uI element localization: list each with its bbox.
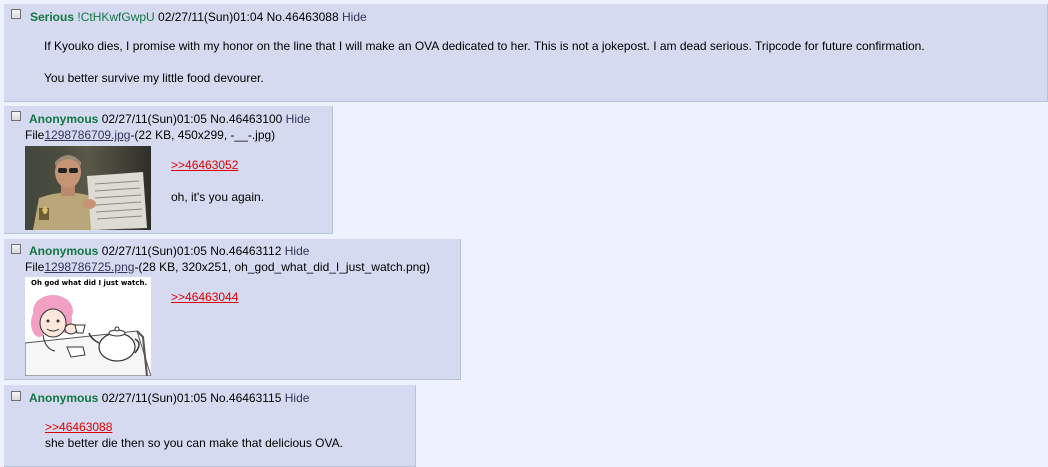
post-select-checkbox[interactable] <box>11 244 21 254</box>
quote-link-wrapper: >>46463044 <box>171 290 238 304</box>
quote-link[interactable]: >>46463044 <box>171 290 238 304</box>
post-header: Anonymous 02/27/11(Sun)01:05 No.46463112… <box>29 244 309 258</box>
post-message-line: If Kyouko dies, I promise with my honor … <box>44 39 925 53</box>
post-message: oh, it's you again. <box>171 190 265 204</box>
post-select-checkbox[interactable] <box>11 9 21 19</box>
file-meta: -(22 KB, 450x299, -__-.jpg) <box>130 128 276 142</box>
post-message: she better die then so you can make that… <box>45 436 343 450</box>
post-number-link[interactable]: No.46463088 <box>267 10 339 24</box>
poster-name: Anonymous <box>29 391 99 405</box>
post-header: Serious !CtHKwfGwpU 02/27/11(Sun)01:04 N… <box>30 10 367 24</box>
quote-link-wrapper: >>46463088 <box>45 420 112 434</box>
poster-name: Anonymous <box>29 244 99 258</box>
file-meta: -(28 KB, 320x251, oh_god_what_did_I_just… <box>134 260 430 274</box>
post-message-line: You better survive my little food devour… <box>44 71 264 85</box>
tripcode: !CtHKwfGwpU <box>77 10 155 24</box>
quote-link-wrapper: >>46463052 <box>171 158 238 172</box>
post-number-link[interactable]: No.46463112 <box>210 244 281 258</box>
hide-link[interactable]: Hide <box>285 244 310 258</box>
post-header: Anonymous 02/27/11(Sun)01:05 No.46463100… <box>29 112 310 126</box>
post-datetime: 02/27/11(Sun)01:05 <box>101 391 207 405</box>
post-datetime: 02/27/11(Sun)01:04 <box>158 10 264 24</box>
thumbnail-image[interactable] <box>25 146 151 230</box>
quote-link[interactable]: >>46463052 <box>171 158 238 172</box>
post-46463100: Anonymous 02/27/11(Sun)01:05 No.46463100… <box>4 106 333 234</box>
file-link[interactable]: 1298786725.png <box>44 260 134 274</box>
file-info: File1298786709.jpg-(22 KB, 450x299, -__-… <box>25 128 275 142</box>
thumbnail-image[interactable]: Oh god what did I just watch. <box>25 277 151 376</box>
hide-link[interactable]: Hide <box>285 391 310 405</box>
post-datetime: 02/27/11(Sun)01:05 <box>101 244 207 258</box>
post-number-link[interactable]: No.46463100 <box>210 112 282 126</box>
file-link[interactable]: 1298786709.jpg <box>44 128 130 142</box>
hide-link[interactable]: Hide <box>286 112 311 126</box>
post-46463088: Serious !CtHKwfGwpU 02/27/11(Sun)01:04 N… <box>4 4 1048 102</box>
post-46463115: Anonymous 02/27/11(Sun)01:05 No.46463115… <box>4 385 416 467</box>
post-select-checkbox[interactable] <box>11 391 21 401</box>
hide-link[interactable]: Hide <box>342 10 367 24</box>
poster-name: Anonymous <box>29 112 99 126</box>
post-datetime: 02/27/11(Sun)01:05 <box>101 112 207 126</box>
file-prefix: File <box>25 128 45 142</box>
poster-name: Serious <box>30 10 75 24</box>
file-prefix: File <box>25 260 45 274</box>
file-info: File1298786725.png-(28 KB, 320x251, oh_g… <box>25 260 430 274</box>
post-number-link[interactable]: No.46463115 <box>210 391 281 405</box>
quote-link[interactable]: >>46463088 <box>45 420 112 434</box>
post-46463112: Anonymous 02/27/11(Sun)01:05 No.46463112… <box>4 239 461 380</box>
post-select-checkbox[interactable] <box>11 111 21 121</box>
post-header: Anonymous 02/27/11(Sun)01:05 No.46463115… <box>29 391 309 405</box>
